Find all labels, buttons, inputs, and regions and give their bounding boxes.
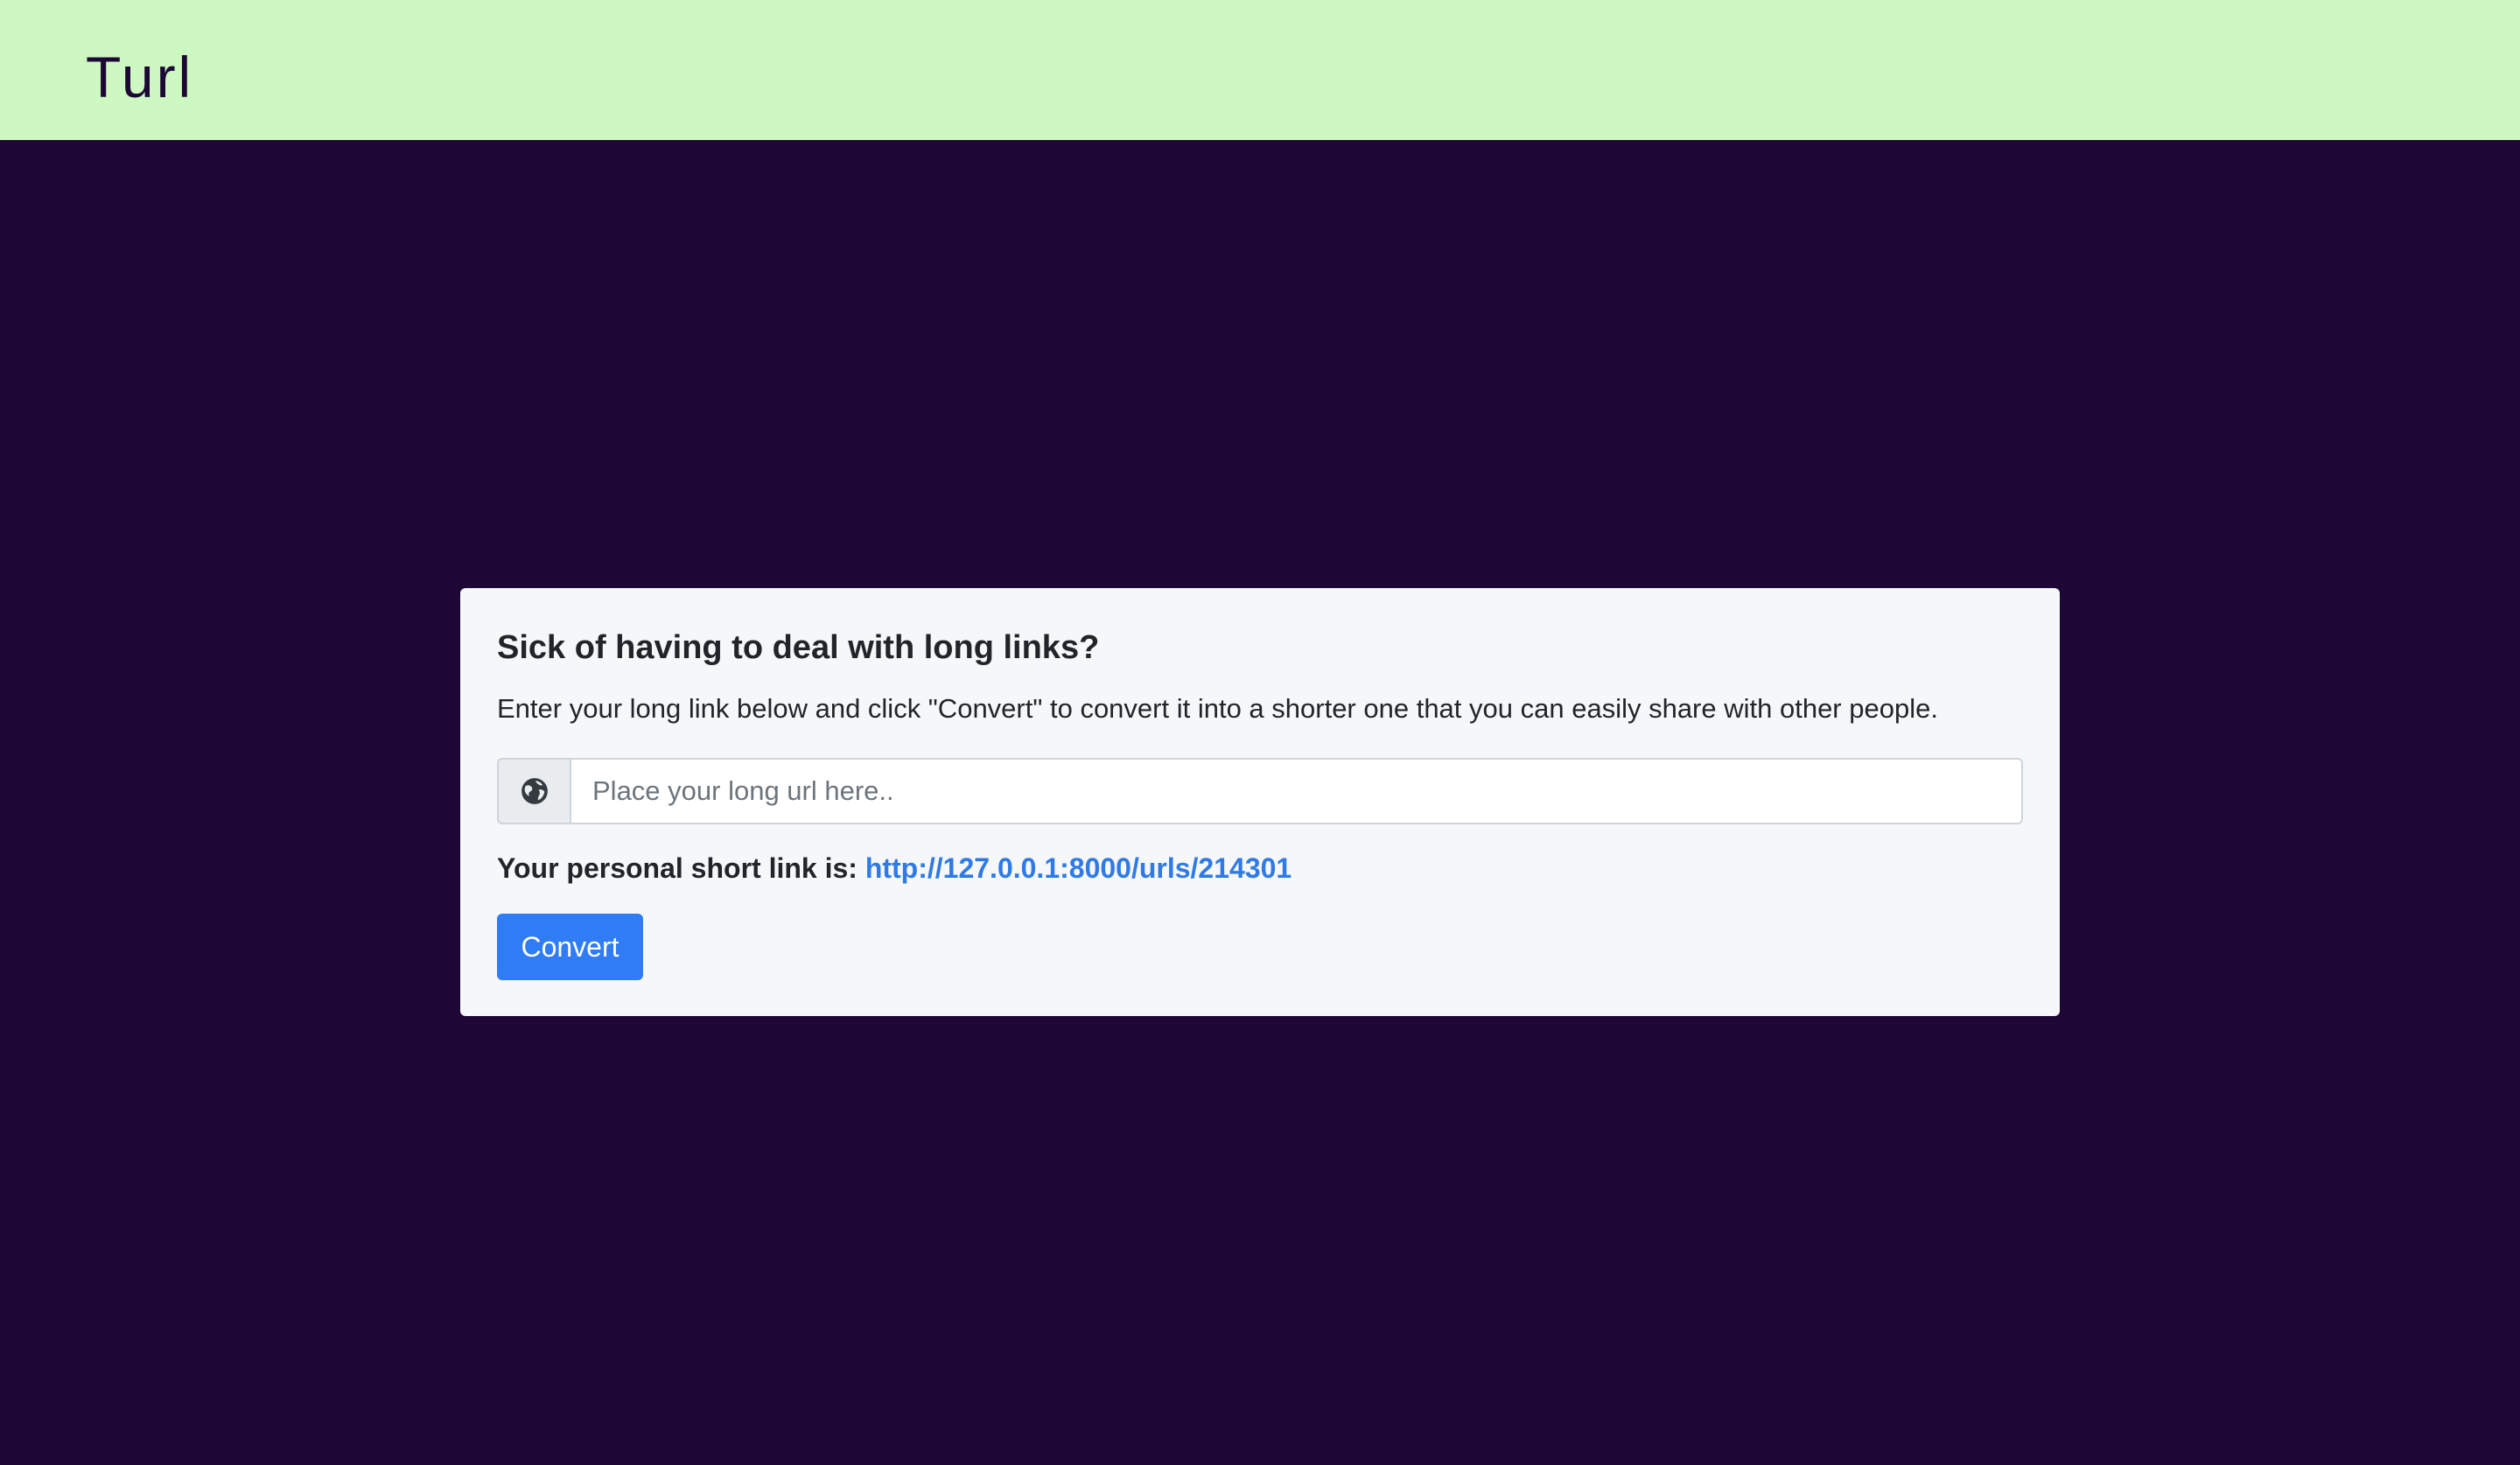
card-title: Sick of having to deal with long links?	[497, 629, 1100, 666]
convert-button[interactable]: Convert	[497, 914, 643, 980]
long-url-input[interactable]	[570, 758, 2023, 824]
navbar: Turl	[0, 0, 2520, 140]
card-description: Enter your long link below and click "Co…	[497, 693, 1938, 724]
globe-icon	[497, 758, 570, 824]
short-link-label: Your personal short link is:	[497, 852, 865, 884]
short-link-url[interactable]: http://127.0.0.1:8000/urls/214301	[865, 852, 1292, 884]
brand-logo[interactable]: Turl	[86, 42, 193, 112]
url-shortener-card: Sick of having to deal with long links? …	[460, 588, 2060, 1016]
url-input-group	[497, 758, 2023, 824]
short-link-result: Your personal short link is: http://127.…	[497, 849, 1292, 887]
